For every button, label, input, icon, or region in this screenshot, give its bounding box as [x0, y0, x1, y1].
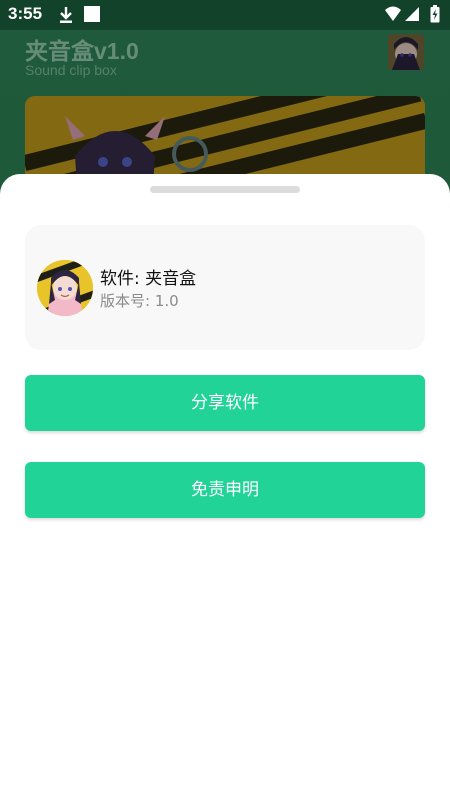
status-time: 3:55: [8, 4, 43, 23]
app-avatar-image: [37, 260, 93, 316]
bottom-sheet: 软件: 夹音盒 版本号: 1.0 分享软件 免责申明: [0, 174, 450, 800]
app-name-label: 软件: 夹音盒: [100, 269, 197, 289]
share-app-button[interactable]: 分享软件: [25, 375, 425, 431]
app-info-card: 软件: 夹音盒 版本号: 1.0: [25, 225, 425, 350]
disclaimer-button[interactable]: 免责申明: [25, 462, 425, 518]
signal-icon: [405, 7, 419, 21]
download-icon: [60, 7, 72, 23]
wifi-icon: [385, 6, 401, 21]
sheet-drag-handle[interactable]: [150, 186, 300, 193]
battery-charging-icon: [430, 5, 440, 23]
app-version-label: 版本号: 1.0: [100, 292, 179, 310]
status-bar: 3:55: [0, 0, 450, 30]
square-notification-icon: [84, 6, 100, 22]
